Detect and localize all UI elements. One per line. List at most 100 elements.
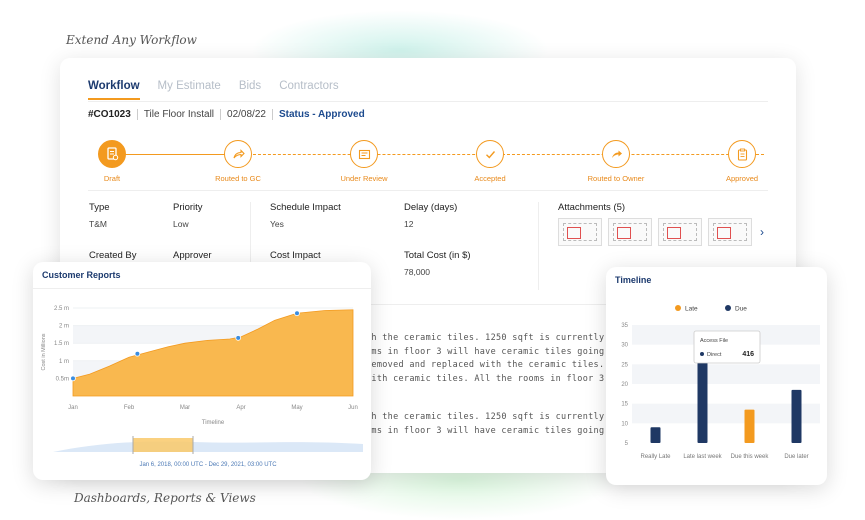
document-icon [98,140,126,168]
tooltip-value: 416 [742,351,754,358]
data-point [70,375,76,382]
field-value: T&M [89,219,107,229]
step-accepted[interactable]: Accepted [455,140,525,183]
field-label: Created By [89,250,137,261]
customer-reports-title: Customer Reports [42,270,121,280]
tab-contractors[interactable]: Contractors [279,80,338,100]
field-value: Yes [270,219,284,229]
field-label: Delay (days) [404,202,458,213]
step-label: Draft [103,174,121,183]
step-label: Accepted [474,174,506,183]
cost-area-series [72,309,354,397]
attachments-title: Attachments (5) [558,202,626,213]
attachments-list: › [558,218,764,246]
details-divider [88,190,768,191]
change-order-name: Tile Floor Install [136,109,220,120]
tab-bids[interactable]: Bids [239,80,261,100]
field-total-cost: Total Cost (in $) 78,000 [404,250,471,277]
field-value: 12 [404,219,414,229]
step-label: Routed to GC [215,174,261,183]
cost-area-chart: 0.5m 1 m 1.5 m 2 m 2.5 m Cost in Millions Jan F… [41,306,363,468]
timeline-bar-chart: 5 10 15 20 25 30 35 Late Due Really Late Late last… [621,305,820,460]
timeline-card: 5 10 15 20 25 30 35 Late Due Really Late Late last… [606,267,827,485]
bar-late [744,409,755,443]
legend-label: Due [735,306,747,313]
tooltip-box [693,330,761,364]
field-label: Priority [173,202,203,213]
data-point [294,310,300,317]
bar-due [650,427,661,443]
step-routed-to-gc[interactable]: Routed to GC [203,140,273,183]
field-label: Total Cost (in $) [404,250,471,261]
y-tick-label: 1.5 m [54,341,69,347]
chevron-right-icon[interactable]: › [760,225,764,239]
tab-my-estimate[interactable]: My Estimate [158,80,221,100]
change-order-summary: #CO1023 Tile Floor Install 02/08/22 Stat… [88,109,371,120]
tab-workflow[interactable]: Workflow [88,80,140,100]
y-tick-label: 0.5m [56,376,69,382]
grid-band [632,364,820,384]
field-value: 78,000 [404,267,430,277]
legend-marker [675,305,681,311]
y-tick-label: 30 [621,343,628,349]
attachment-thumbnail[interactable] [608,218,652,246]
data-point [235,335,242,341]
attachment-thumbnail[interactable] [708,218,752,246]
y-tick-label: 20 [621,382,628,388]
workflow-stepper: Draft Routed to GC Under Review Accepted… [98,140,778,186]
y-tick-label: 5 [625,441,629,447]
x-tick-label: Mar [180,405,190,411]
y-tick-label: 35 [621,323,628,329]
bar-due [791,389,802,443]
caption-extend-workflow: Extend Any Workflow [66,33,197,47]
step-label: Under Review [340,174,388,183]
check-icon [476,140,504,168]
share-icon [224,140,252,168]
field-label: Approver [173,250,212,261]
x-tick-label: Feb [124,405,135,411]
attachment-thumbnail[interactable] [558,218,602,246]
field-schedule-impact: Schedule Impact Yes [270,202,341,229]
tabs-divider [88,101,768,102]
field-value: Low [173,219,189,229]
field-delay: Delay (days) 12 [404,202,457,229]
field-label: Schedule Impact [270,202,341,213]
data-point [134,350,141,357]
step-approved[interactable]: Approved [707,140,777,183]
caption-dashboards: Dashboards, Reports & Views [74,491,256,505]
tab-bar: Workflow My Estimate Bids Contractors [88,80,339,100]
tooltip-label: Direct [707,352,722,358]
card-divider [33,288,371,289]
tooltip-marker [700,352,704,356]
step-label: Approved [725,174,759,183]
field-priority: Priority Low [173,202,203,229]
y-tick-label: 2.5 m [54,306,69,312]
y-axis-label: Cost in Millions [41,333,47,370]
step-draft[interactable]: Draft [77,140,147,183]
step-under-review[interactable]: Under Review [329,140,399,183]
change-order-id: #CO1023 [88,109,131,120]
y-tick-label: 2 m [59,324,69,330]
x-tick-label: Due later [784,454,808,460]
x-tick-label: Apr [236,405,245,411]
field-label: Type [89,202,110,213]
y-tick-label: 10 [621,421,628,427]
column-divider [538,202,539,290]
navigator-series [53,441,363,452]
step-label: Routed to Owner [587,174,645,183]
y-tick-label: 15 [621,402,628,408]
customer-reports-card: 0.5m 1 m 1.5 m 2 m 2.5 m Cost in Millions Jan F… [33,262,371,480]
x-tick-label: Jun [348,405,358,411]
y-tick-label: 1 m [59,359,69,365]
x-tick-label: Late last week [683,454,722,460]
date-range-label: Jan 6, 2018, 00:00 UTC - Dec 29, 2021, 0… [139,462,277,468]
step-routed-to-owner[interactable]: Routed to Owner [581,140,651,183]
clipboard-icon [728,140,756,168]
field-type: Type T&M [89,202,110,229]
x-tick-label: Jan [68,405,78,411]
y-tick-label: 25 [621,362,628,368]
legend-label: Late [685,306,698,313]
field-label: Cost Impact [270,250,321,261]
attachment-thumbnail[interactable] [658,218,702,246]
review-icon [350,140,378,168]
